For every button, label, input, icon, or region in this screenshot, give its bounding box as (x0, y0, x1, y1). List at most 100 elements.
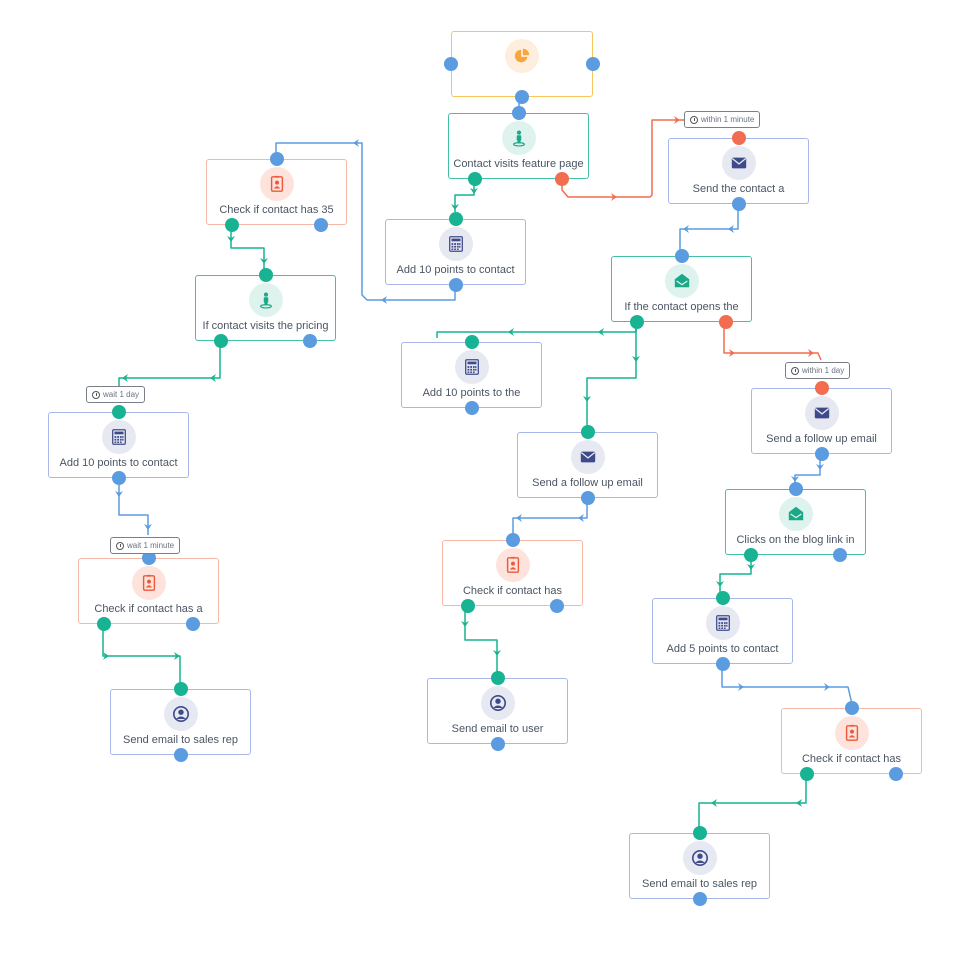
connection-port[interactable] (444, 57, 458, 71)
yes-port[interactable] (715, 591, 730, 605)
delay-badge[interactable]: wait 1 day (86, 386, 146, 403)
action-node[interactable]: Send a follow up email (517, 432, 658, 498)
yes-connector[interactable] (230, 226, 265, 271)
no-port[interactable] (814, 381, 829, 395)
action-node[interactable]: Add 5 points to contact (652, 598, 793, 664)
connection-port[interactable] (464, 401, 479, 415)
connection-port[interactable] (674, 249, 689, 263)
clock-icon (92, 390, 100, 399)
condition-node[interactable]: Check if contact has (442, 540, 583, 606)
action-node[interactable]: Add 10 points to contact (385, 219, 526, 285)
action-node[interactable]: Send email to sales rep (629, 833, 770, 899)
yes-port[interactable] (111, 405, 126, 419)
trigger-node[interactable]: Clicks on the blog link in (725, 489, 866, 555)
connection-port[interactable] (490, 737, 505, 751)
no-port[interactable] (719, 315, 733, 329)
yes-port[interactable] (461, 599, 475, 613)
workflow-canvas[interactable]: Contact visits feature page Add 10 points… (0, 0, 972, 964)
delay-badge[interactable]: wait 1 minute (110, 537, 181, 554)
yes-port[interactable] (580, 425, 595, 439)
no-port[interactable] (555, 172, 569, 186)
yes-connector[interactable] (464, 607, 498, 674)
connection-port[interactable] (814, 447, 829, 461)
yes-connector[interactable] (586, 323, 637, 428)
trigger-node[interactable]: If the contact opens the (611, 256, 752, 322)
connector[interactable] (118, 479, 149, 535)
goal-node[interactable] (451, 31, 593, 97)
yes-port[interactable] (630, 315, 644, 329)
action-node[interactable]: Send the contact a (668, 138, 809, 204)
envelope-icon (804, 396, 839, 430)
node-label: Send email to sales rep (642, 878, 757, 890)
open-envelope-icon (664, 264, 699, 298)
yes-port[interactable] (448, 212, 463, 226)
connector[interactable] (794, 455, 821, 485)
delay-badge[interactable]: within 1 minute (684, 111, 761, 128)
connection-port[interactable] (833, 548, 847, 562)
user-icon (682, 841, 717, 875)
no-port[interactable] (731, 131, 746, 145)
delay-badge[interactable]: within 1 day (785, 362, 851, 379)
trigger-node[interactable]: If contact visits the pricing (195, 275, 336, 341)
envelope-icon (570, 440, 605, 474)
connection-port[interactable] (505, 533, 520, 547)
connector[interactable] (721, 665, 853, 705)
connection-port[interactable] (692, 892, 707, 906)
node-label: Send email to sales rep (123, 734, 238, 746)
connection-port[interactable] (731, 197, 746, 211)
delay-text: wait 1 day (103, 390, 140, 399)
calculator-icon (101, 420, 136, 454)
connection-port[interactable] (511, 106, 526, 120)
connection-port[interactable] (715, 657, 730, 671)
connection-port[interactable] (303, 334, 317, 348)
connection-port[interactable] (586, 57, 600, 71)
yes-connector[interactable] (102, 624, 181, 685)
person-location-icon (248, 283, 283, 317)
yes-port[interactable] (692, 826, 707, 840)
connection-port[interactable] (889, 767, 903, 781)
yes-port[interactable] (214, 334, 228, 348)
envelope-icon (721, 146, 756, 180)
connection-port[interactable] (788, 482, 803, 496)
trigger-node[interactable]: Contact visits feature page (448, 113, 589, 179)
connection-port[interactable] (515, 90, 529, 104)
node-label: Check if contact has a (94, 603, 203, 615)
person-location-icon (501, 121, 536, 155)
action-node[interactable]: Send email to sales rep (110, 689, 251, 755)
delay-text: within 1 minute (701, 115, 755, 124)
connection-port[interactable] (111, 471, 126, 485)
action-node[interactable]: Add 10 points to contact (48, 412, 189, 478)
yes-port[interactable] (744, 548, 758, 562)
connection-port[interactable] (448, 278, 463, 292)
node-label: Send a follow up email (766, 433, 877, 445)
yes-port[interactable] (225, 218, 239, 232)
calculator-icon (454, 350, 489, 384)
connection-port[interactable] (269, 152, 284, 166)
yes-port[interactable] (464, 335, 479, 349)
yes-port[interactable] (490, 671, 505, 685)
action-node[interactable]: Add 10 points to the (401, 342, 542, 408)
action-node[interactable]: Send email to user (427, 678, 568, 744)
condition-node[interactable]: Check if contact has a (78, 558, 219, 624)
yes-port[interactable] (468, 172, 482, 186)
connection-port[interactable] (186, 617, 200, 631)
connection-port[interactable] (314, 218, 328, 232)
action-node[interactable]: Send a follow up email (751, 388, 892, 454)
connection-port[interactable] (580, 491, 595, 505)
yes-port[interactable] (258, 268, 273, 282)
connector[interactable] (512, 498, 588, 536)
condition-node[interactable]: Check if contact has 35 (206, 159, 347, 225)
connection-port[interactable] (173, 748, 188, 762)
condition-node[interactable]: Check if contact has (781, 708, 922, 774)
connection-port[interactable] (844, 701, 859, 715)
delay-text: within 1 day (802, 366, 845, 375)
connection-port[interactable] (550, 599, 564, 613)
yes-connector[interactable] (719, 556, 752, 594)
node-label: Send email to user (451, 723, 544, 735)
no-connector[interactable] (723, 323, 822, 361)
node-label: If the contact opens the (624, 301, 739, 313)
yes-port[interactable] (97, 617, 111, 631)
yes-port[interactable] (800, 767, 814, 781)
calculator-icon (705, 606, 740, 640)
yes-port[interactable] (173, 682, 188, 696)
